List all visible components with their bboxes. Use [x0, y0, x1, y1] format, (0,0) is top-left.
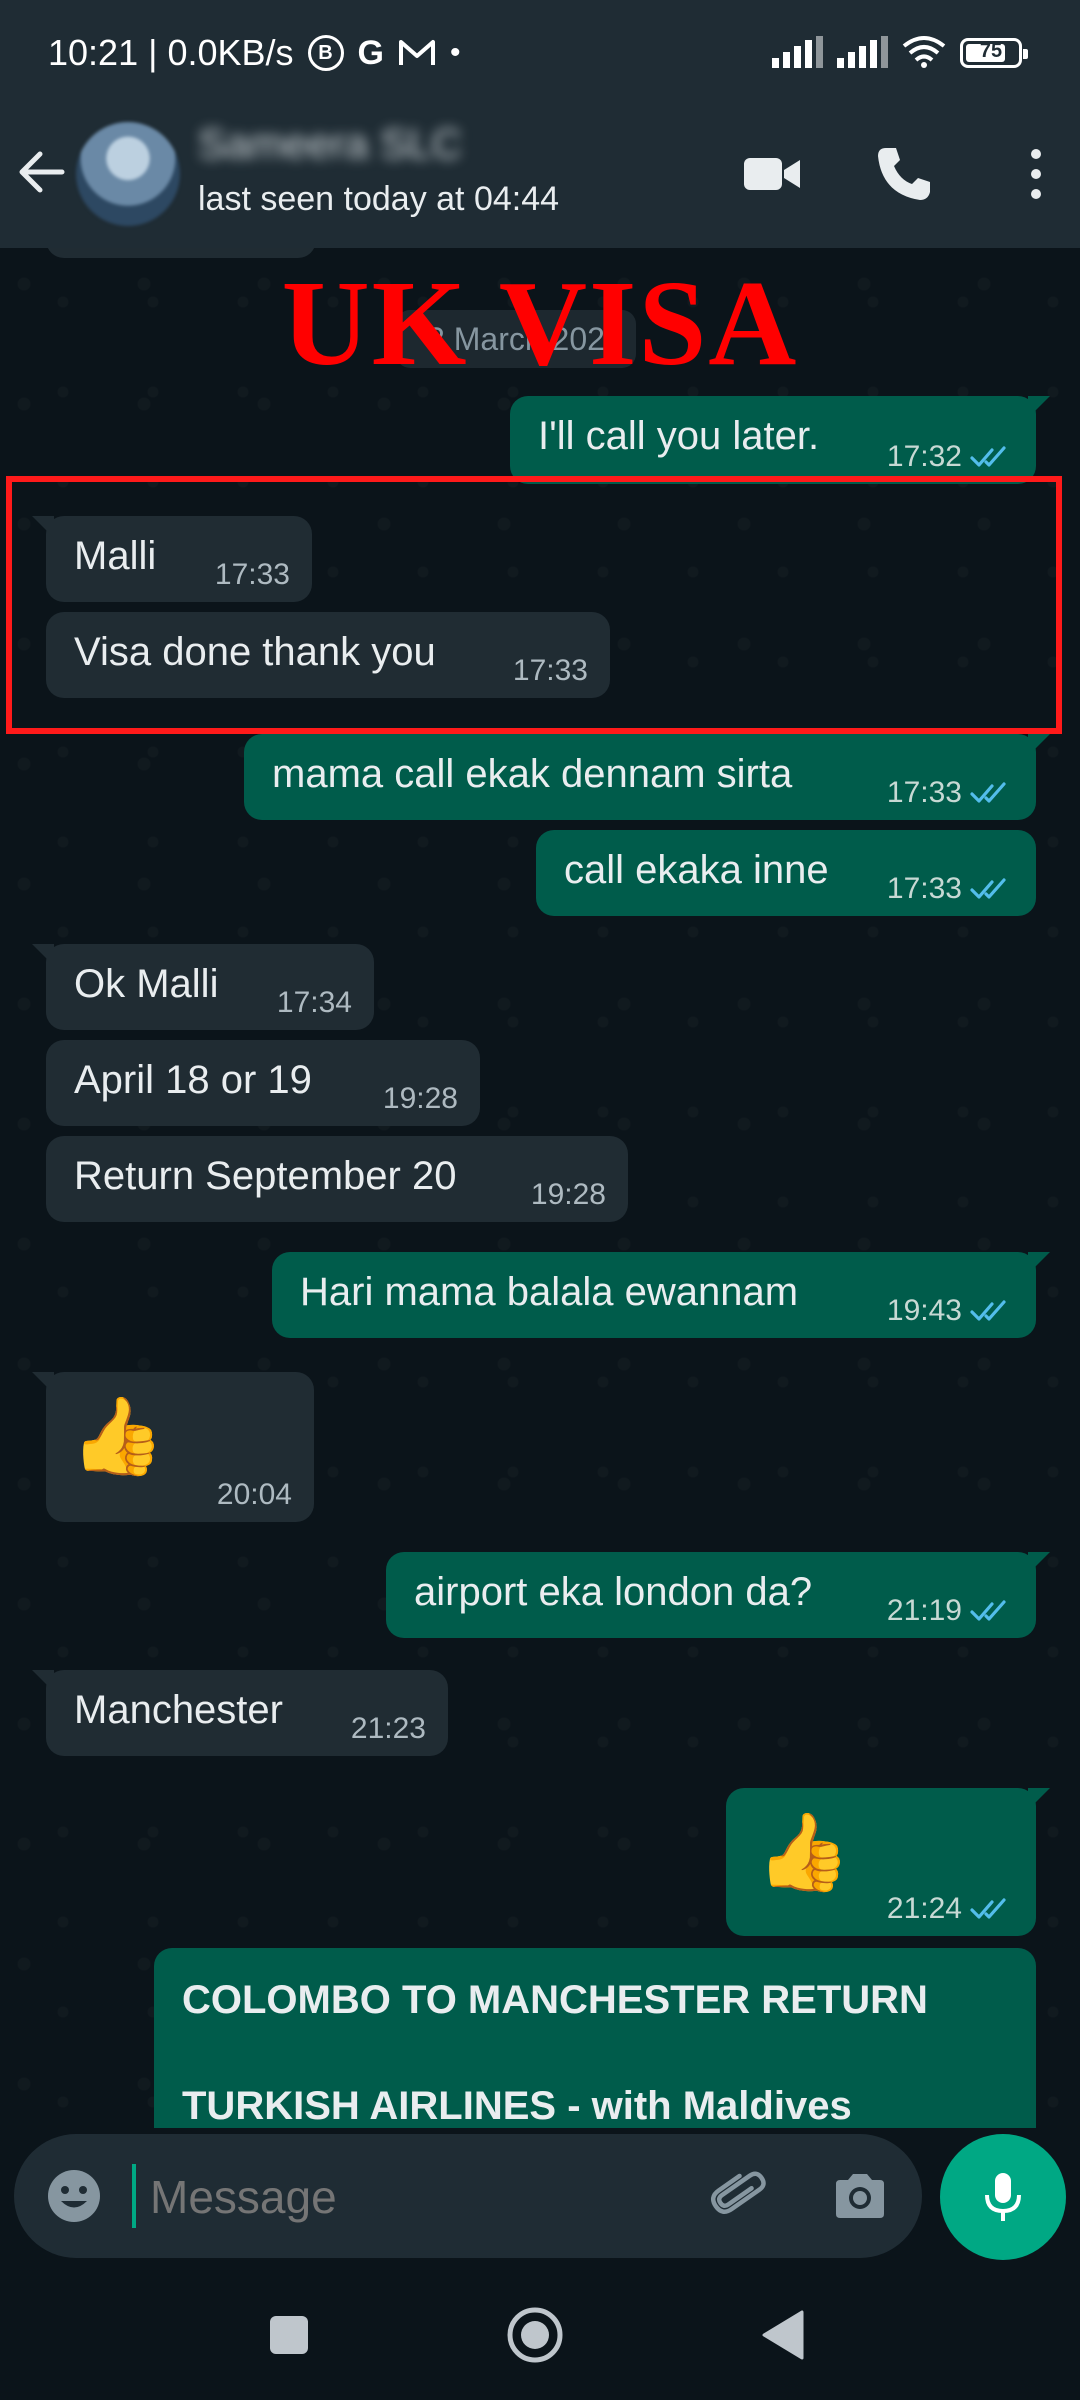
- message-input[interactable]: [148, 2164, 712, 2230]
- video-call-icon[interactable]: [740, 142, 804, 206]
- message-time: 21:23: [350, 1712, 426, 1745]
- chat-header: Sameera SLC last seen today at 04:44: [0, 108, 1080, 248]
- message-text: April 18 or 19: [74, 1058, 312, 1102]
- battery-level: 75: [979, 40, 1003, 62]
- message-time: 19:43: [886, 1294, 962, 1327]
- read-ticks-icon: [970, 1600, 1006, 1621]
- message-outgoing[interactable]: call ekaka inne 17:33: [536, 830, 1036, 916]
- message-incoming-emoji[interactable]: 👍 20:04: [32, 1372, 314, 1522]
- message-incoming[interactable]: April 18 or 19 19:28: [46, 1040, 480, 1126]
- read-ticks-icon: [970, 782, 1006, 803]
- more-options-icon[interactable]: [1004, 142, 1068, 206]
- message-time: 21:19: [886, 1594, 962, 1627]
- signal-icon: [837, 36, 888, 68]
- read-ticks-icon: [970, 878, 1006, 899]
- message-time: 19:28: [530, 1178, 606, 1211]
- message-incoming[interactable]: Return September 20 19:28: [46, 1136, 628, 1222]
- message-composer: [0, 2128, 1080, 2268]
- message-text: Return September 20: [74, 1154, 457, 1198]
- message-outgoing[interactable]: mama call ekak dennam sirta 17:33: [244, 734, 1050, 820]
- message-text: mama call ekak dennam sirta: [272, 752, 793, 796]
- signal-icon: [772, 36, 823, 68]
- highlight-box: [6, 476, 1062, 734]
- read-ticks-icon: [970, 1898, 1006, 1919]
- phone-call-icon[interactable]: [872, 142, 936, 206]
- gmail-icon: [398, 40, 435, 65]
- message-text: I'll call you later.: [538, 414, 820, 458]
- message-text: airport eka london da?: [414, 1570, 813, 1614]
- message-time: 17:33: [886, 872, 962, 905]
- system-navigation-bar: [0, 2268, 1080, 2400]
- b-circle-icon: B: [307, 35, 344, 71]
- message-time: 17:34: [276, 986, 352, 1019]
- chat-messages-area[interactable]: 3 March 202 UK VISA I'll call you later.…: [0, 248, 1080, 2128]
- message-text: call ekaka inne: [564, 848, 829, 892]
- message-input-pill[interactable]: [14, 2134, 922, 2258]
- read-ticks-icon: [970, 446, 1006, 467]
- dot-icon: •: [449, 36, 461, 69]
- message-outgoing[interactable]: airport eka london da? 21:19: [386, 1552, 1050, 1638]
- battery-icon: 75: [960, 38, 1028, 68]
- emoji-icon[interactable]: [42, 2164, 106, 2228]
- voice-record-button[interactable]: [940, 2134, 1066, 2260]
- message-incoming[interactable]: Manchester 21:23: [32, 1670, 448, 1756]
- message-incoming[interactable]: Ok Malli 17:34: [32, 944, 374, 1030]
- last-seen-status[interactable]: last seen today at 04:44: [198, 180, 559, 219]
- message-time: 20:04: [216, 1478, 292, 1511]
- message-outgoing[interactable]: I'll call you later. 17:32: [510, 396, 1050, 484]
- read-ticks-icon: [970, 1300, 1006, 1321]
- status-time: 10:21 | 0.0KB/s: [48, 32, 294, 73]
- text-cursor: [132, 2164, 136, 2228]
- flight-airline-text: TURKISH AIRLINES - with Maldives: [182, 2084, 852, 2128]
- flight-route-text: COLOMBO TO MANCHESTER RETURN: [182, 1978, 928, 2022]
- message-outgoing-emoji[interactable]: 👍 21:24: [726, 1788, 1050, 1936]
- message-text: Manchester: [74, 1688, 283, 1732]
- status-right: 75: [772, 34, 1028, 68]
- message-outgoing-flight-info[interactable]: COLOMBO TO MANCHESTER RETURN TURKISH AIR…: [154, 1948, 1036, 2128]
- avatar[interactable]: [76, 122, 180, 226]
- contact-name[interactable]: Sameera SLC: [198, 120, 462, 168]
- back-triangle-icon[interactable]: [750, 2300, 820, 2370]
- camera-icon[interactable]: [828, 2164, 892, 2228]
- message-time: 17:32: [886, 440, 962, 473]
- status-left: 10:21 | 0.0KB/s B G •: [48, 32, 460, 74]
- g-icon: G: [357, 33, 384, 72]
- message-text: Hari mama balala ewannam: [300, 1270, 799, 1314]
- status-bar: 10:21 | 0.0KB/s B G • 75: [0, 0, 1080, 108]
- overlay-title: UK VISA: [281, 256, 799, 391]
- message-time: 19:28: [382, 1082, 458, 1115]
- back-arrow-icon[interactable]: [14, 144, 70, 200]
- message-time: 17:33: [886, 776, 962, 809]
- attach-paperclip-icon[interactable]: [706, 2164, 770, 2228]
- microphone-icon: [985, 2173, 1021, 2221]
- thumbs-up-emoji: 👍: [70, 1394, 165, 1479]
- thumbs-up-emoji: 👍: [756, 1810, 851, 1895]
- message-outgoing[interactable]: Hari mama balala ewannam 19:43: [272, 1252, 1050, 1338]
- wifi-icon: [902, 36, 946, 68]
- message-time: 21:24: [886, 1892, 962, 1925]
- recent-apps-square-icon[interactable]: [254, 2300, 324, 2370]
- home-circle-icon[interactable]: [500, 2300, 570, 2370]
- message-text: Ok Malli: [74, 962, 219, 1006]
